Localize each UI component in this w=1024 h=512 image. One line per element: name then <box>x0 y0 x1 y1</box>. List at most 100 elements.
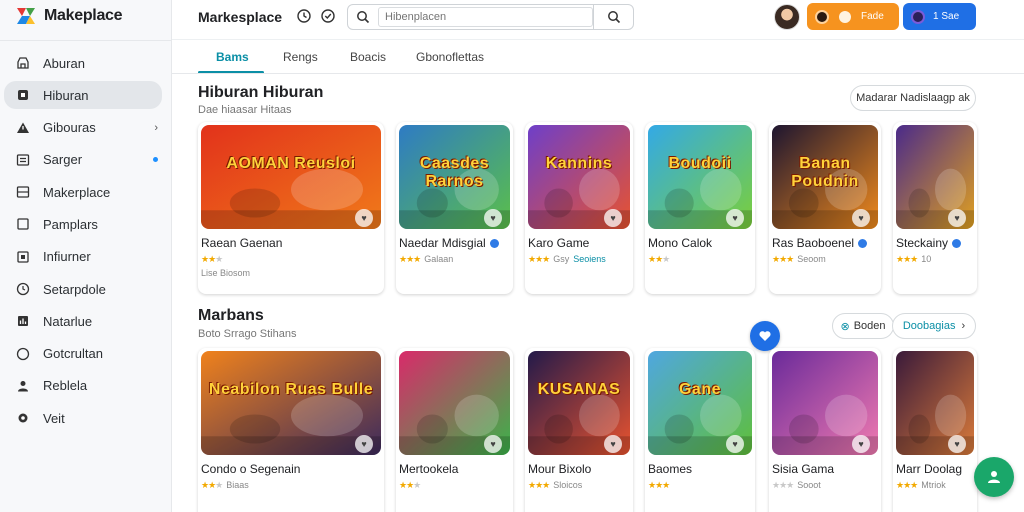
game-thumbnail: Kannins ♥ <box>528 125 630 229</box>
meta-text: Galaan <box>424 254 454 264</box>
game-thumbnail: Boudoii ♥ <box>648 125 752 229</box>
search-input[interactable] <box>378 7 593 27</box>
verified-icon <box>489 239 499 249</box>
filter-icon: ⊗ <box>840 320 850 333</box>
sidebar-item-label: Infiurner <box>43 249 91 265</box>
game-title-text: Mono Calok <box>648 236 713 250</box>
sidebar-item-aburan[interactable]: Aburan <box>4 49 162 77</box>
sidebar-item-label: Aburan <box>43 55 85 71</box>
game-card[interactable]: ♥ Mertookela ★★★ <box>396 348 513 512</box>
sidebar-item-label: Natarlue <box>43 313 93 329</box>
sidebar-item-gibouras[interactable]: Gibouras › <box>4 114 162 142</box>
sidebar-item-veit[interactable]: Veit <box>4 404 162 432</box>
section-title: Hiburan Hiburan <box>198 84 324 101</box>
sidebar-item-pamplars[interactable]: Pamplars <box>4 210 162 238</box>
sidebar-item-reblela[interactable]: Reblela <box>4 372 162 400</box>
game-title-text: Mour Bixolo <box>528 462 592 476</box>
chevron-right-icon: › <box>154 121 158 134</box>
game-meta: ★★★ <box>648 254 670 265</box>
game-title-text: Raean Gaenan <box>201 236 283 250</box>
game-card[interactable]: Gane ♥ Baomes ★★★ <box>645 348 755 512</box>
see-more-button[interactable]: Madarar Nadislaagp ak <box>850 85 976 111</box>
tab-bams[interactable]: Bams <box>216 50 249 64</box>
game-title: Sisia Gama <box>772 462 834 476</box>
person-icon <box>988 471 1000 483</box>
page-title: Markesplace <box>198 9 283 25</box>
game-card[interactable]: Neabilon Ruas Bulle ♥ Condo o Segenain ★★★ B… <box>198 348 384 512</box>
favorite-icon[interactable]: ♥ <box>948 435 966 453</box>
sidebar-item-natarlue[interactable]: Natarlue <box>4 307 162 335</box>
thumbnail-title: Kannins <box>545 155 613 172</box>
favorite-icon[interactable]: ♥ <box>726 209 744 227</box>
game-card[interactable]: ♥ Marr Doolag ★★★ Mtriok <box>893 348 977 512</box>
sidebar-item-infiurner[interactable]: Infiurner <box>4 243 162 271</box>
filter-pill-b[interactable]: Doobagias › <box>892 313 976 339</box>
tab-gbonoflettas[interactable]: Gbonoflettas <box>416 50 484 64</box>
verified-icon <box>952 239 962 249</box>
rating-stars: ★★★ <box>896 254 918 264</box>
sidebar-item-setarpdole[interactable]: Setarpdole <box>4 275 162 303</box>
search-button[interactable] <box>593 5 633 29</box>
game-title-text: Steckainy <box>896 236 949 250</box>
game-thumbnail: ♥ <box>399 351 510 455</box>
meta-text: Sooot <box>797 480 821 490</box>
game-title-text: Marr Doolag <box>896 462 963 476</box>
thumbnail-title: Gane <box>678 381 721 398</box>
favorite-icon[interactable]: ♥ <box>604 435 622 453</box>
clock-icon[interactable] <box>297 9 311 23</box>
favorite-icon[interactable]: ♥ <box>852 435 870 453</box>
game-title: Mour Bixolo <box>528 462 591 476</box>
favorite-icon[interactable]: ♥ <box>355 209 373 227</box>
favorite-icon[interactable]: ♥ <box>948 209 966 227</box>
brand[interactable]: Makeplace <box>14 4 123 28</box>
game-card[interactable]: ♥ Steckainy ★★★ 10 <box>893 122 977 294</box>
game-card[interactable]: Boudoii ♥ Mono Calok ★★★ <box>645 122 755 294</box>
user-avatar[interactable] <box>774 4 800 30</box>
favorite-icon[interactable]: ♥ <box>484 435 502 453</box>
tabs-divider <box>172 73 1024 74</box>
game-card[interactable]: Kannins ♥ Karo Game ★★★ Gsy Seoiens <box>525 122 633 294</box>
tab-boacis[interactable]: Boacis <box>350 50 386 64</box>
user-badge-icon <box>911 9 925 24</box>
heart-badge-icon[interactable] <box>750 321 780 351</box>
filter-pill-a[interactable]: ⊗ Boden <box>832 313 894 339</box>
rating-stars: ★★★ <box>399 254 421 264</box>
game-title: Mono Calok <box>648 236 712 250</box>
chat-fab-button[interactable] <box>974 457 1014 497</box>
grid-icon <box>15 184 31 200</box>
game-card[interactable]: KUSANAS ♥ Mour Bixolo ★★★ Sloicos <box>525 348 633 512</box>
check-circle-icon[interactable] <box>321 9 335 23</box>
sidebar-nav: Aburan Hiburan Gibouras › Sarger Makerplace Pa… <box>4 49 162 437</box>
extra-text: Lise Biosom <box>201 268 251 278</box>
favorite-icon[interactable]: ♥ <box>726 435 744 453</box>
orange-action-button[interactable]: Fade <box>807 3 899 30</box>
game-card[interactable]: ♥ Sisia Gama ★★★ Sooot <box>769 348 881 512</box>
favorite-icon[interactable]: ♥ <box>604 209 622 227</box>
game-meta: ★★★ Galaan <box>399 254 453 265</box>
tab-bar: Bams Rengs Boacis Gbonoflettas <box>196 44 1024 74</box>
game-card[interactable]: AOMAN Reusloi ♥ Raean Gaenan ★★★ Lise Biosom <box>198 122 384 294</box>
blue-action-button[interactable]: 1 Sae <box>903 3 976 30</box>
game-title-text: Baomes <box>648 462 693 476</box>
favorite-icon[interactable]: ♥ <box>852 209 870 227</box>
tab-rengs[interactable]: Rengs <box>283 50 318 64</box>
game-card[interactable]: Caasdes Rarnos ♥ Naedar Mdisgial ★★★ Galaan <box>396 122 513 294</box>
meta-text: Mtriok <box>921 480 946 490</box>
favorite-icon[interactable]: ♥ <box>484 209 502 227</box>
game-meta: ★★★ <box>399 480 421 491</box>
top-bar: Markesplace Fade <box>172 0 1024 40</box>
sidebar-divider <box>0 40 172 41</box>
orange-button-label: Fade <box>861 11 884 22</box>
favorite-icon[interactable]: ♥ <box>355 435 373 453</box>
game-card[interactable]: Banan Poudnin ♥ Ras Baoboenel ★★★ Seoom <box>769 122 881 294</box>
search-icon <box>607 11 620 24</box>
meta-text: Gsy <box>553 254 570 264</box>
sidebar-item-label: Setarpdole <box>43 281 106 297</box>
rating-stars: ★★★ <box>201 254 223 264</box>
sidebar-item-hiburan[interactable]: Hiburan <box>4 81 162 110</box>
rating-stars: ★★★ <box>648 254 670 264</box>
game-title: Baomes <box>648 462 692 476</box>
sidebar-item-gotcrultan[interactable]: Gotcrultan <box>4 340 162 368</box>
sidebar-item-sarger[interactable]: Sarger <box>4 146 162 174</box>
sidebar-item-makerplace[interactable]: Makerplace <box>4 178 162 206</box>
